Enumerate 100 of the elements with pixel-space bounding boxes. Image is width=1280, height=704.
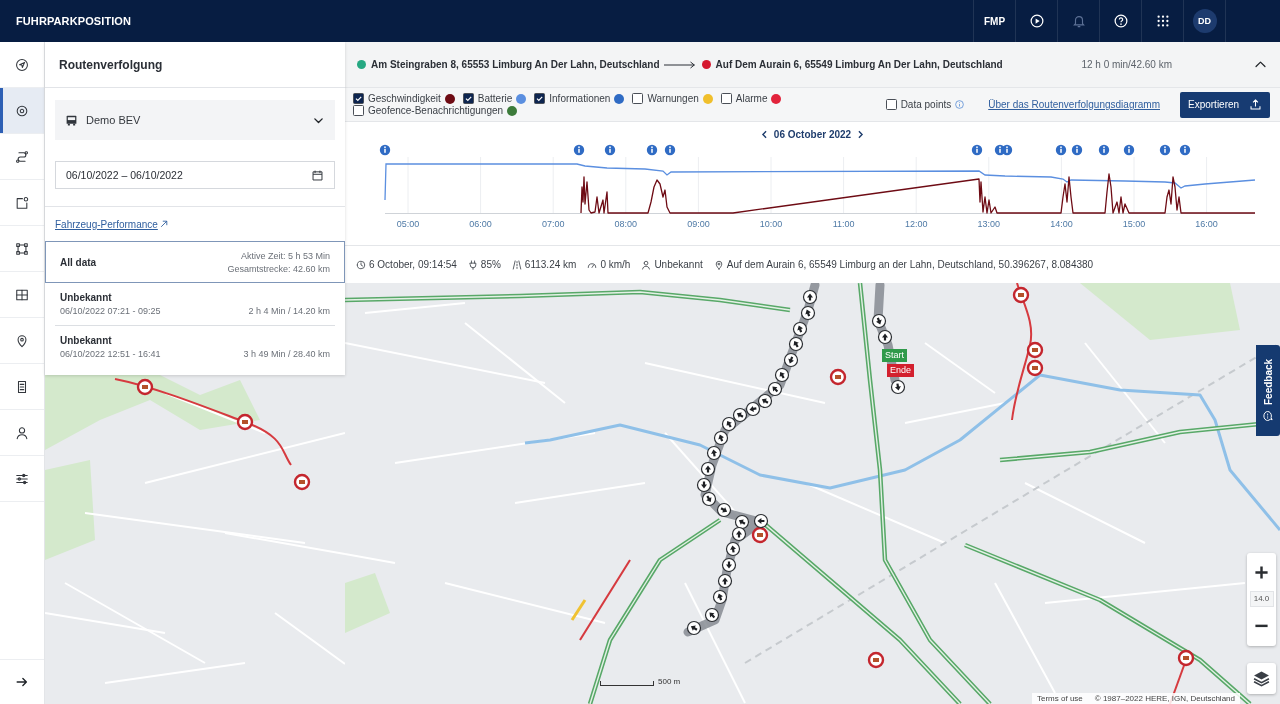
series-checkbox[interactable] <box>720 93 732 104</box>
status-value: Unbekannt <box>654 259 703 270</box>
help-icon <box>1113 14 1128 28</box>
grid-icon <box>15 287 29 302</box>
copyright-text: © 1987–2022 HERE, IGN, Deutschland <box>1094 693 1235 704</box>
chart-date: 06 October 2022 <box>773 128 852 140</box>
direction-marker-icon[interactable] <box>716 502 732 518</box>
user-icon <box>641 259 652 270</box>
end-address: Auf Dem Aurain 6, 65549 Limburg An Der Lahn, Deutschland <box>715 59 1003 70</box>
navigation-icon <box>15 57 29 72</box>
trip-list-item[interactable]: Unbekannt 06/10/2022 12:51 - 16:41 3 h 49 Min / 28.40 km <box>55 325 335 368</box>
minus-icon <box>1254 624 1269 628</box>
location-pin-icon <box>713 259 724 270</box>
info-marker-icon[interactable] <box>379 144 391 156</box>
trip-period: 06/10/2022 07:21 - 09:25 <box>60 306 161 316</box>
export-button[interactable]: Exportieren <box>1180 91 1270 118</box>
feedback-button[interactable]: Feedback <box>1256 345 1280 436</box>
time-axis-label: 09:00 <box>687 219 710 229</box>
trip-stat: 2 h 4 Min / 14.20 km <box>248 306 330 316</box>
frame-icon <box>15 241 29 256</box>
end-flag: Ende <box>887 364 915 377</box>
series-checkbox[interactable] <box>353 93 364 104</box>
traffic-sign-icon <box>236 413 254 431</box>
traffic-sign-icon <box>136 378 154 396</box>
calendar-icon <box>311 168 324 182</box>
trip-title: Unbekannt <box>60 292 113 303</box>
trip-title: Unbekannt <box>60 335 113 346</box>
traffic-sign-icon <box>1177 649 1195 667</box>
info-marker-icon[interactable] <box>1055 144 1067 156</box>
sliders-icon <box>15 471 29 486</box>
info-marker-icon[interactable] <box>1098 144 1110 156</box>
info-icon <box>955 100 965 109</box>
user-icon <box>15 425 29 440</box>
clock-icon <box>356 259 366 270</box>
vehicle-select[interactable]: Demo BEV <box>55 100 335 140</box>
route-summary: 12 h 0 min/42.60 km <box>1081 59 1172 70</box>
avatar-button[interactable]: DD <box>1192 9 1217 33</box>
time-axis-label: 14:00 <box>1050 219 1073 229</box>
location-pin-icon <box>15 333 29 348</box>
road-icon <box>511 259 522 270</box>
scale-bar <box>600 681 654 686</box>
panel-title: Routenverfolgung <box>59 57 163 72</box>
series-checkbox[interactable] <box>534 93 546 104</box>
document-icon <box>15 379 29 394</box>
arrow-right-icon <box>15 675 29 689</box>
play-icon <box>1029 14 1044 28</box>
series-label: Warnungen <box>647 93 699 104</box>
scale-label: 500 m <box>658 677 681 686</box>
info-marker-icon[interactable] <box>646 144 658 156</box>
traffic-sign-icon <box>293 473 311 491</box>
performance-link[interactable]: Fahrzeug-Performance <box>55 218 168 230</box>
trip-list-item[interactable]: All data Aktive Zeit: 5 h 53 Min Gesamtstrecke: 42.60 km <box>45 241 345 283</box>
layers-icon <box>1253 670 1270 687</box>
series-label: Informationen <box>549 93 611 104</box>
info-marker-icon[interactable] <box>971 144 983 156</box>
bus-icon <box>65 113 78 127</box>
date-range-field[interactable]: 06/10/2022 – 06/10/2022 <box>55 161 335 189</box>
upload-icon <box>1249 98 1262 111</box>
time-axis-label: 08:00 <box>614 219 638 229</box>
data-points-checkbox[interactable] <box>885 99 897 110</box>
app-logo: FUHRPARKPOSITION <box>16 15 132 27</box>
series-checkbox[interactable] <box>462 93 474 104</box>
info-marker-icon[interactable] <box>1179 144 1191 156</box>
zoom-level: 14.0 <box>1249 591 1274 607</box>
trip-period: 06/10/2022 12:51 - 16:41 <box>60 349 161 359</box>
plus-icon <box>1254 564 1269 580</box>
info-marker-icon[interactable] <box>573 144 585 156</box>
route-icon <box>15 149 29 164</box>
time-axis-label: 13:00 <box>977 219 1001 229</box>
info-marker-icon[interactable] <box>1071 144 1083 156</box>
geofence-icon <box>15 195 29 210</box>
trip-list-item[interactable]: Unbekannt 06/10/2022 07:21 - 09:25 2 h 4 Min / 14.20 km <box>55 283 335 325</box>
traffic-sign-icon <box>1026 359 1044 377</box>
series-label: Geofence-Benachrichtigungen <box>368 105 504 116</box>
time-axis-label: 11:00 <box>832 219 855 229</box>
status-value: 85% <box>480 259 501 270</box>
status-value: Auf dem Aurain 6, 65549 Limburg an der Lahn, Deutschland, 50.396267, 8.084380 <box>726 259 1094 270</box>
time-axis-label: 07:00 <box>541 219 565 229</box>
terms-link[interactable]: Terms of use <box>1037 693 1083 704</box>
chevron-left-icon <box>761 129 769 139</box>
bell-icon <box>1071 14 1086 28</box>
nav-button[interactable] <box>0 88 44 134</box>
trip-stat: Gesamtstrecke: 42.60 km <box>227 263 330 274</box>
info-marker-icon[interactable] <box>604 144 616 156</box>
layers-button[interactable] <box>1247 663 1276 694</box>
info-marker-icon[interactable] <box>1001 144 1013 156</box>
time-axis-label: 16:00 <box>1195 219 1218 229</box>
chart-help-link[interactable]: Über das Routenverfolgungsdiagramm <box>988 99 1160 110</box>
traffic-sign-icon <box>829 368 847 386</box>
time-axis-label: 10:00 <box>759 219 783 229</box>
info-marker-icon[interactable] <box>1123 144 1135 156</box>
series-checkbox[interactable] <box>353 105 364 116</box>
time-axis-label: 06:00 <box>469 219 492 229</box>
info-marker-icon[interactable] <box>664 144 676 156</box>
status-value: 0 km/h <box>600 259 631 270</box>
status-value: 6113.24 km <box>524 259 577 270</box>
info-marker-icon[interactable] <box>1159 144 1171 156</box>
chevron-right-icon <box>856 129 864 139</box>
series-checkbox[interactable] <box>632 93 644 104</box>
start-flag: Start <box>882 349 907 362</box>
